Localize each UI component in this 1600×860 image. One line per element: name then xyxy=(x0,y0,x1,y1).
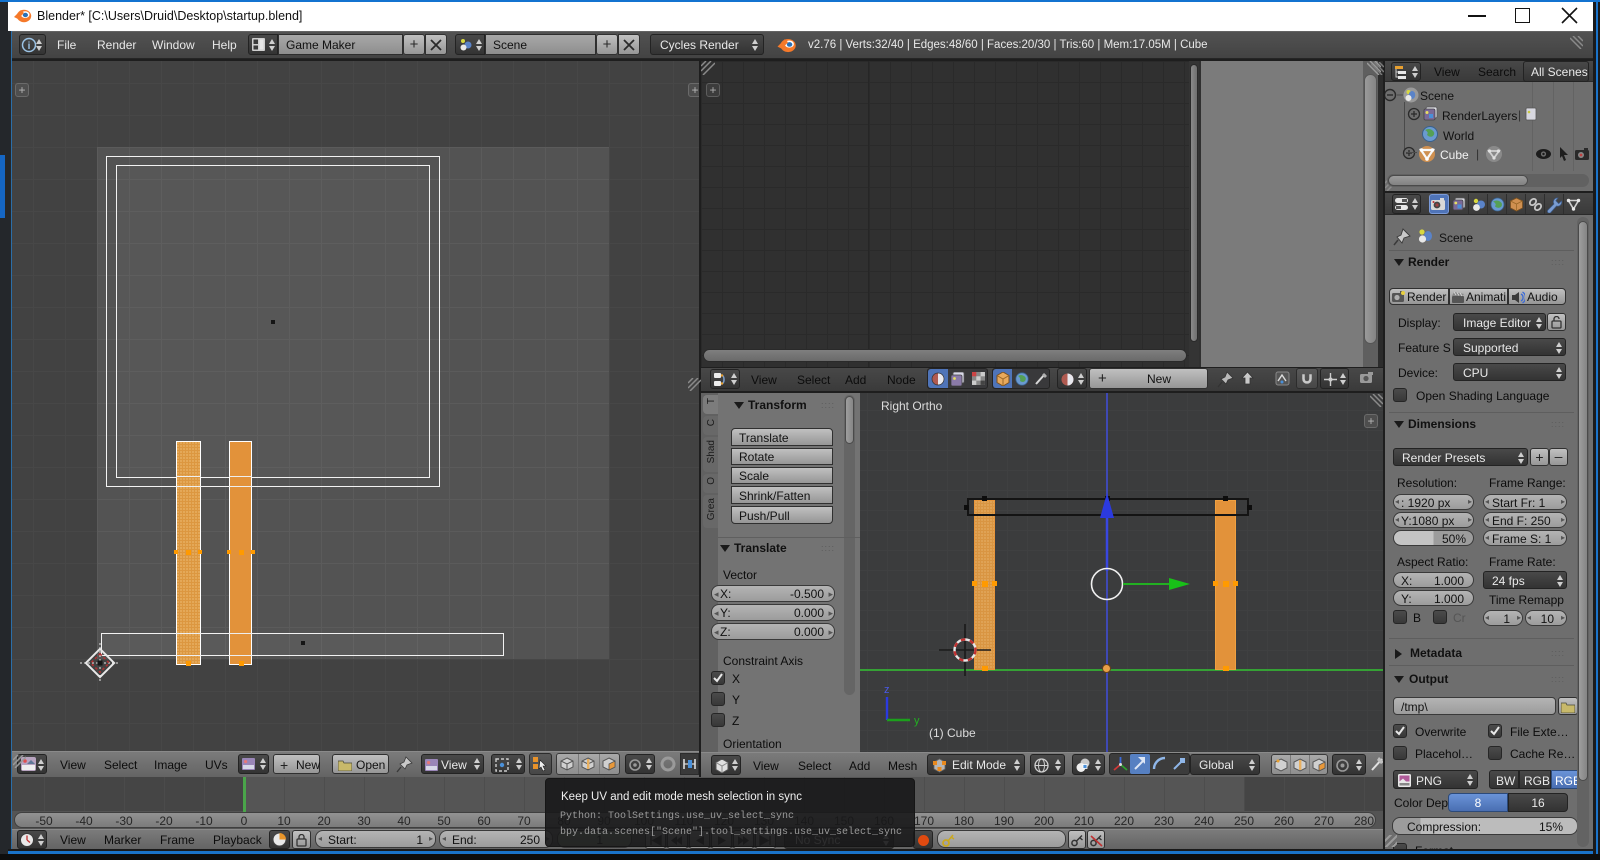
svg-text:i: i xyxy=(28,41,31,52)
svg-text:z: z xyxy=(884,684,890,696)
svg-text:y: y xyxy=(914,715,920,727)
